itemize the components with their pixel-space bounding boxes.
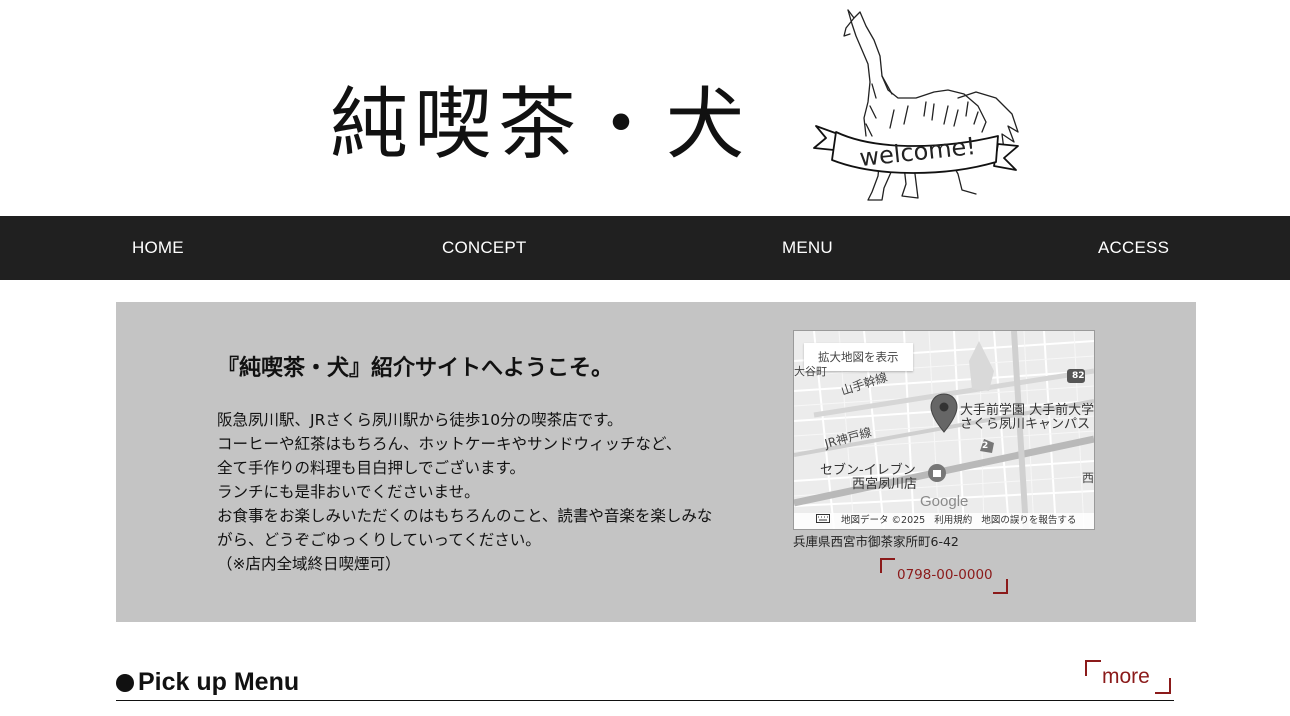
bracket-corner xyxy=(993,579,1008,594)
site-title: 純喫茶・犬 xyxy=(330,80,751,170)
site-header: 純喫茶・犬 welcome! xyxy=(0,0,1290,216)
intro-line: 阪急夙川駅、JRさくら夙川駅から徒歩10分の喫茶店です。 xyxy=(217,411,623,429)
map-label-edge-left: 大谷町 xyxy=(794,365,827,378)
store-icon xyxy=(928,464,946,482)
route-82-badge: 82 xyxy=(1072,371,1085,381)
intro-line: コーヒーや紅茶はもちろん、ホットケーキやサンドウィッチなど、 xyxy=(217,435,682,453)
intro-line: 全て手作りの料理も目白押しでございます。 xyxy=(217,459,525,477)
bullet-dot-icon xyxy=(116,674,134,692)
map-data-credit: 地図データ ©2025 xyxy=(841,515,926,526)
nav-home[interactable]: HOME xyxy=(132,216,184,280)
route-2-badge: 2 xyxy=(982,441,989,451)
phone-number[interactable]: 0798-00-0000 xyxy=(897,567,993,583)
intro-line: ランチにも是非おいでくださいませ。 xyxy=(217,483,480,501)
bracket-corner xyxy=(1085,660,1101,676)
bracket-corner xyxy=(1155,678,1171,694)
map-terms-link[interactable]: 利用規約 xyxy=(934,515,972,526)
nav-access[interactable]: ACCESS xyxy=(1098,216,1169,280)
more-link[interactable]: more xyxy=(1085,660,1171,694)
google-logo: Google xyxy=(920,493,969,510)
map-report-link[interactable]: 地図の誤りを報告する xyxy=(981,515,1076,526)
pickup-title: Pick up Menu xyxy=(138,668,300,696)
more-label[interactable]: more xyxy=(1102,665,1150,689)
map-pin-icon[interactable] xyxy=(930,393,958,433)
nav-menu[interactable]: MENU xyxy=(782,216,833,280)
shop-address: 兵庫県西宮市御茶家所町6-42 xyxy=(793,534,959,549)
intro-text: 阪急夙川駅、JRさくら夙川駅から徒歩10分の喫茶店です。 コーヒーや紅茶はもちろ… xyxy=(217,408,737,576)
intro-panel: 『純喫茶・犬』紹介サイトへようこそ。 阪急夙川駅、JRさくら夙川駅から徒歩10分… xyxy=(116,302,1196,622)
intro-line: お食事をお楽しみいただくのはもちろんのこと、読書や音楽を楽しみな xyxy=(217,507,713,525)
intro-line: がら、どうぞごゆっくりしていってください。 xyxy=(217,531,541,549)
map-label-edge-right: 西 xyxy=(1082,471,1095,485)
howling-dog-mascot: welcome! xyxy=(813,9,1019,201)
map-place-campus: さくら夙川キャンパス xyxy=(960,417,1091,432)
phone-link[interactable]: 0798-00-0000 xyxy=(880,558,1008,594)
embedded-map[interactable]: 拡大地図を表示 大谷町 山手幹線 JR神戸線 82 2 大手前学園 大手前大学 … xyxy=(793,330,1095,530)
intro-heading: 『純喫茶・犬』紹介サイトへようこそ。 xyxy=(217,356,614,381)
keyboard-icon[interactable] xyxy=(816,514,830,523)
intro-line: （※店内全域終日喫煙可） xyxy=(217,555,401,573)
map-footer: 地図データ ©2025 利用規約 地図の誤りを報告する xyxy=(794,513,1094,529)
bracket-corner xyxy=(880,558,895,573)
map-poi-seven-eleven-branch: 西宮夙川店 xyxy=(852,477,918,492)
nav-concept[interactable]: CONCEPT xyxy=(442,216,527,280)
pickup-section-header: Pick up Menu xyxy=(116,664,1174,701)
main-nav: HOME CONCEPT MENU ACCESS xyxy=(0,216,1290,280)
